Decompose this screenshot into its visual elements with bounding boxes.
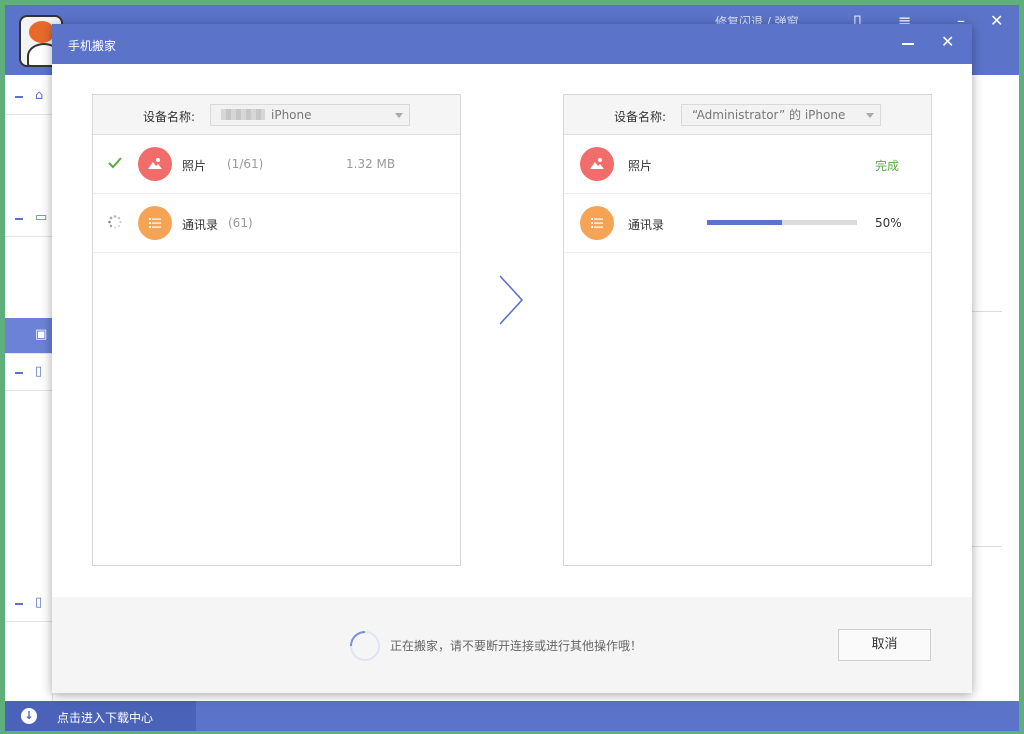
migration-status-message: 正在搬家，请不要断开连接或进行其他操作哦！ xyxy=(390,639,643,653)
target-panel-header: 设备名称: “Administrator” 的 iPhone xyxy=(564,95,931,135)
target-item-photos: 照片 完成 xyxy=(564,135,931,194)
loading-ring-icon xyxy=(350,631,380,661)
dialog-title: 手机搬家 xyxy=(68,39,117,53)
source-device-panel: 设备名称: iPhone 照片 (1/61) 1.32 MB 通讯录 (61) xyxy=(92,94,461,566)
status-badge: 完成 xyxy=(875,159,900,173)
app-close-icon[interactable]: ✕ xyxy=(990,11,1003,30)
dialog-footer: 正在搬家，请不要断开连接或进行其他操作哦！ 取消 xyxy=(52,597,972,693)
sidebar-item-phone[interactable]: ▯ xyxy=(5,355,53,391)
phone-migration-dialog: 手机搬家 ✕ 设备名称: iPhone 照片 (1/61) 1.32 MB 通讯… xyxy=(52,24,972,693)
source-panel-header: 设备名称: iPhone xyxy=(93,95,460,135)
progress-bar xyxy=(707,220,857,225)
chevron-down-icon xyxy=(866,113,874,118)
blurred-owner-name xyxy=(221,109,265,120)
item-size: 1.32 MB xyxy=(346,157,396,171)
photo-icon xyxy=(580,147,614,181)
target-device-label: 设备名称: xyxy=(614,110,667,124)
download-center-label: 点击进入下载中心 xyxy=(57,711,154,725)
loading-spinner-icon xyxy=(108,215,122,229)
photo-icon xyxy=(138,147,172,181)
item-name: 通讯录 xyxy=(628,218,665,232)
target-device-select[interactable]: “Administrator” 的 iPhone xyxy=(681,104,881,126)
chevron-down-icon xyxy=(395,113,403,118)
sidebar-item-computer[interactable]: ▭ xyxy=(5,201,53,237)
source-device-name: iPhone xyxy=(271,108,312,122)
chevron-right-icon xyxy=(499,275,524,325)
source-item-photos: 照片 (1/61) 1.32 MB xyxy=(93,135,460,194)
cancel-button[interactable]: 取消 xyxy=(838,629,931,661)
background-divider xyxy=(972,311,1002,312)
item-count: (1/61) xyxy=(227,157,264,171)
dialog-close-button[interactable]: ✕ xyxy=(941,32,954,52)
source-item-contacts: 通讯录 (61) xyxy=(93,194,460,253)
download-center-button[interactable]: ↓ 点击进入下载中心 xyxy=(5,701,196,731)
phone-icon: ▯ xyxy=(35,595,43,610)
target-device-panel: 设备名称: “Administrator” 的 iPhone 照片 完成 通讯录 xyxy=(563,94,932,566)
download-icon: ↓ xyxy=(21,708,37,724)
target-device-name: “Administrator” 的 iPhone xyxy=(692,108,846,122)
dialog-titlebar: 手机搬家 ✕ xyxy=(52,24,972,64)
contact-list-icon xyxy=(138,206,172,240)
computer-icon: ▭ xyxy=(35,210,48,225)
sidebar-item-phone-2[interactable]: ▯ xyxy=(5,586,53,622)
target-item-contacts: 通讯录 50% xyxy=(564,194,931,253)
sidebar-item-toolbox[interactable]: ▣ xyxy=(5,318,53,354)
progress-fill xyxy=(707,220,782,225)
item-name: 通讯录 xyxy=(182,218,219,232)
progress-percent: 50% xyxy=(875,216,902,230)
item-name: 照片 xyxy=(628,159,653,173)
source-device-select[interactable]: iPhone xyxy=(210,104,410,126)
home-icon: ⌂ xyxy=(35,88,44,103)
source-device-label: 设备名称: xyxy=(143,110,196,124)
phone-icon: ▯ xyxy=(35,364,43,379)
dialog-minimize-button[interactable] xyxy=(902,43,914,45)
toolbox-icon: ▣ xyxy=(35,327,48,342)
app-sidebar: ⌂ ▭ ▣ ▯ ▯ xyxy=(5,75,53,701)
item-name: 照片 xyxy=(182,159,207,173)
item-count: (61) xyxy=(228,216,253,230)
contact-list-icon xyxy=(580,206,614,240)
sidebar-item-home[interactable]: ⌂ xyxy=(5,79,53,115)
check-icon xyxy=(108,157,122,169)
background-divider xyxy=(972,546,1002,547)
